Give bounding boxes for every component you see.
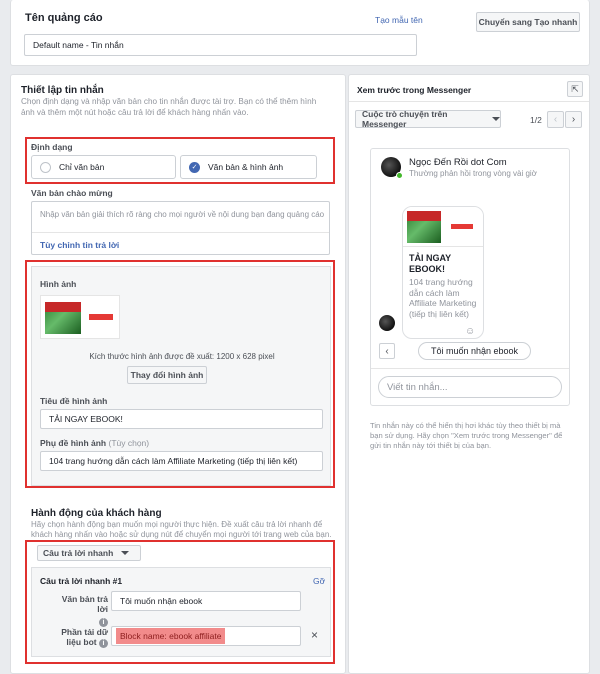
greeting-input[interactable]: Nhập văn bản giải thích rõ ràng cho mọi … — [40, 210, 325, 219]
preview-title: Xem trước trong Messenger — [357, 85, 472, 95]
card-title: TẢI NGAY EBOOK! — [409, 253, 452, 274]
switch-quick-create-button[interactable]: Chuyển sang Tạo nhanh — [476, 12, 580, 32]
setup-title: Thiết lập tin nhắn — [21, 85, 104, 96]
ad-name-input[interactable]: Default name - Tin nhắn — [24, 34, 417, 56]
name-template-link[interactable]: Tạo mẫu tên — [375, 15, 423, 25]
open-external-icon[interactable]: ⇱ — [567, 81, 583, 97]
quick-reply-chip[interactable]: Tôi muốn nhận ebook — [418, 342, 531, 360]
brand-logo-image — [451, 224, 473, 229]
page-name: Ngọc Đến Rồi dot Com — [409, 157, 507, 168]
highlight-format — [25, 137, 335, 184]
custom-reply-link[interactable]: Tùy chỉnh tin trả lời — [40, 240, 119, 250]
prev-page-button[interactable]: ‹ — [547, 111, 564, 128]
carousel-prev-button[interactable]: ‹ — [379, 343, 395, 359]
highlight-image — [25, 260, 335, 488]
preview-mode-dropdown[interactable]: Cuộc trò chuyện trên Messenger — [355, 109, 501, 129]
greeting-label: Văn bản chào mừng — [31, 188, 113, 198]
ebook-cover-image — [407, 211, 441, 243]
online-dot — [396, 172, 403, 179]
page-status: Thường phản hồi trong vòng vài giờ — [409, 169, 537, 178]
card-subtitle: 104 trang hướng dẫn cách làm Affiliate M… — [409, 277, 477, 319]
preview-mode-label: Cuộc trò chuyện trên Messenger — [362, 109, 448, 129]
preview-pager: 1/2 — [530, 115, 542, 125]
greeting-box: Nhập văn bản giải thích rõ ràng cho mọi … — [31, 201, 330, 255]
action-title: Hành động của khách hàng — [31, 508, 162, 519]
preview-footnote: Tin nhắn này có thể hiển thị hơi khác tù… — [370, 421, 563, 450]
action-description: Hãy chọn hành động bạn muốn mọi người th… — [31, 520, 332, 539]
message-card: TẢI NGAY EBOOK! 104 trang hướng dẫn cách… — [402, 206, 484, 339]
message-composer[interactable]: Viết tin nhắn... — [378, 376, 562, 398]
reaction-icon[interactable]: ☺ — [465, 326, 475, 337]
card-image — [403, 207, 483, 247]
composer-placeholder: Viết tin nhắn... — [387, 381, 448, 393]
next-page-button[interactable]: › — [565, 111, 582, 128]
setup-description: Chọn định dạng và nhập văn bản cho tin n… — [21, 97, 317, 117]
ad-name-title: Tên quảng cáo — [25, 12, 103, 24]
highlight-quick-reply — [25, 540, 335, 664]
ad-name-card: Tên quảng cáo Tạo mẫu tên Chuyển sang Tạ… — [10, 0, 590, 66]
messenger-preview-panel: Xem trước trong Messenger ⇱ Cuộc trò chu… — [348, 74, 590, 674]
chevron-down-icon — [492, 117, 500, 121]
messenger-mock: Ngọc Đến Rồi dot Com Thường phản hồi tro… — [370, 148, 570, 406]
sender-avatar — [379, 315, 395, 331]
